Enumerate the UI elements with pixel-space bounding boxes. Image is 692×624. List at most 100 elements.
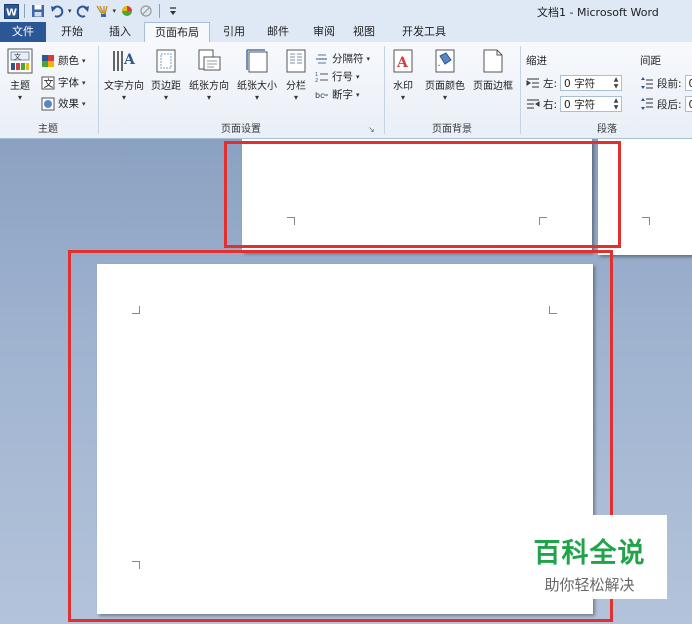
paragraph-group-label: 段落 [597,124,617,135]
redo-icon[interactable] [75,3,91,19]
indent-left-label-wrap: 左: [526,76,557,91]
colors-button[interactable]: 颜色 ▾ [41,53,86,68]
line-numbers-icon: 12 [315,70,329,84]
page-color-icon [432,48,458,74]
ribbon-tabs: 文件 开始 插入 页面布局 引用 邮件 审阅 视图 开发工具 [0,22,692,43]
orientation-label: 纸张方向 [189,81,229,92]
watermark-button[interactable]: A 水印 ▾ [388,48,418,102]
page-color-button[interactable]: 页面颜色 ▾ [422,48,468,102]
title-bar: W ▾ ▾ 文档1 - Microsoft Word [0,0,692,22]
svg-text:A: A [123,52,136,68]
tab-references[interactable]: 引用 [214,22,254,42]
undo-icon[interactable] [49,3,65,19]
spacing-after-icon [640,97,654,111]
paragraph-group: 缩进 左: 0 字符 ▲ ▼ 右: 0 字符 ▲ ▼ 间距 段前: 段后: 段落 [522,42,692,138]
hyphenation-dropdown-icon: ▾ [356,90,360,99]
customize-icon[interactable] [165,3,181,19]
indent-right-input[interactable]: 0 字符 ▲ ▼ [560,96,623,112]
page-borders-button[interactable]: 页面边框 [470,48,516,92]
indent-left-input[interactable]: 0 字符 ▲ ▼ [560,75,623,91]
theme-group: 文 主题 ▾ 颜色 ▾ 文 字体 ▾ 效果 ▾ 主题 [0,42,96,138]
page-borders-label: 页面边框 [473,81,513,92]
breaks-label: 分隔符 [332,53,364,65]
tab-file[interactable]: 文件 [0,22,46,42]
undo-dropdown-icon[interactable]: ▾ [68,7,72,15]
columns-label: 分栏 [286,81,306,92]
tab-review[interactable]: 审阅 [304,22,344,42]
group-divider [98,46,99,134]
color-icon[interactable] [119,3,135,19]
breaks-button[interactable]: 分隔符 ▾ [315,51,370,66]
clear-icon[interactable] [138,3,154,19]
spacing-after-input[interactable]: 0 [684,96,692,112]
size-button[interactable]: 纸张大小 ▾ [234,48,280,102]
indent-right-spinner-icon[interactable]: ▲ ▼ [612,97,620,111]
tab-home[interactable]: 开始 [52,22,92,42]
columns-icon [283,48,309,74]
effects-dropdown-icon: ▾ [82,99,86,108]
tab-view[interactable]: 视图 [344,22,384,42]
columns-button[interactable]: 分栏 ▾ [282,48,310,102]
watermark-dropdown-icon: ▾ [400,93,405,102]
watermark-label: 水印 [393,81,413,92]
theme-label: 主题 [10,81,30,92]
line-numbers-dropdown-icon: ▾ [356,72,360,81]
indent-right-icon [526,97,540,111]
spacing-after-value: 0 [689,99,692,111]
svg-text:文: 文 [44,77,54,90]
tab-insert[interactable]: 插入 [100,22,140,42]
qat-divider [159,4,161,18]
tab-mailings[interactable]: 邮件 [258,22,298,42]
fonts-icon: 文 [41,76,55,90]
size-dropdown-icon: ▾ [254,93,259,102]
theme-dropdown-icon: ▾ [17,93,22,102]
hyphenation-icon: bc [315,88,329,102]
page-setup-group: A 文字方向 ▾ 页边距 ▾ 纸张方向 ▾ 纸张大小 ▾ 分栏 ▾ 分隔符 ▾ … [100,42,382,138]
spacing-before-icon [640,76,654,90]
indent-heading: 缩进 [526,55,547,67]
brand-slogan: 助你轻松解决 [544,576,635,594]
painter-dropdown-icon[interactable]: ▾ [113,7,117,15]
text-direction-label: 文字方向 [104,81,144,92]
save-icon[interactable] [30,3,46,19]
quick-access-toolbar: W ▾ ▾ [3,3,181,19]
page-setup-launcher-icon[interactable]: ↘ [368,126,376,134]
page-background-group-label: 页面背景 [432,124,472,135]
fonts-dropdown-icon: ▾ [82,78,86,87]
effects-icon [41,97,55,111]
page-corner-mark [642,217,650,225]
indent-left-spinner-icon[interactable]: ▲ ▼ [612,76,620,90]
format-painter-icon[interactable] [94,3,110,19]
spacing-before-label: 段前: [657,77,682,90]
group-divider [520,46,521,134]
margins-label: 页边距 [151,81,181,92]
text-direction-button[interactable]: A 文字方向 ▾ [102,48,146,102]
page-size-icon [244,48,270,74]
ribbon: 文 主题 ▾ 颜色 ▾ 文 字体 ▾ 效果 ▾ 主题 A 文字方向 ▾ 页边距 … [0,42,692,139]
spacing-before-input[interactable]: 0 [684,75,692,91]
line-numbers-label: 行号 [332,71,353,83]
margins-button[interactable]: 页边距 ▾ [148,48,184,102]
tab-page-layout[interactable]: 页面布局 [144,22,210,43]
indent-right-label: 右: [543,98,558,111]
orientation-icon [196,48,222,74]
breaks-dropdown-icon: ▾ [366,54,371,63]
line-numbers-button[interactable]: 12 行号 ▾ [315,69,360,84]
indent-left-label: 左: [543,77,558,90]
brand-name: 百科全说 [533,538,646,569]
tab-developer[interactable]: 开发工具 [392,22,456,42]
svg-text:文: 文 [14,52,21,61]
margins-dropdown-icon: ▾ [163,93,168,102]
effects-button[interactable]: 效果 ▾ [41,96,86,111]
fonts-button[interactable]: 文 字体 ▾ [41,75,86,90]
orientation-dropdown-icon: ▾ [206,93,211,102]
word-icon[interactable]: W [3,3,19,19]
columns-dropdown-icon: ▾ [293,93,298,102]
hyphenation-button[interactable]: bc 断字 ▾ [315,87,360,102]
theme-button[interactable]: 文 主题 ▾ [4,48,36,102]
orientation-button[interactable]: 纸张方向 ▾ [186,48,232,102]
svg-text:2: 2 [315,78,318,84]
colors-icon [41,54,55,68]
page-color-dropdown-icon: ▾ [442,93,447,102]
text-direction-dropdown-icon: ▾ [121,93,126,102]
